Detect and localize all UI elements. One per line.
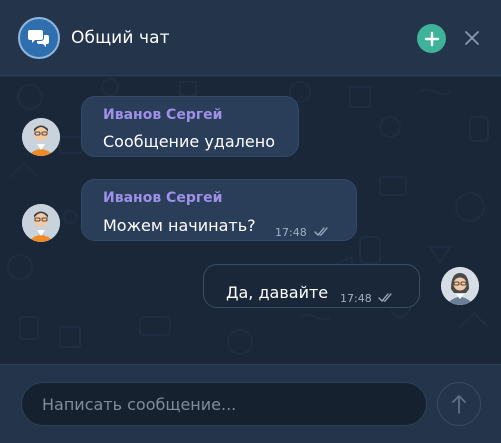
message-bubble[interactable]: Иванов Сергей Можем начинать? 17:48 bbox=[81, 179, 357, 241]
message-text: Сообщение удалено bbox=[103, 132, 275, 151]
own-avatar[interactable] bbox=[441, 267, 479, 305]
read-receipt-icon bbox=[314, 227, 328, 236]
plus-icon bbox=[424, 31, 439, 46]
chat-bubbles-icon bbox=[18, 17, 60, 59]
chat-title: Общий чат bbox=[71, 28, 170, 48]
close-icon bbox=[465, 31, 479, 45]
chat-header: Общий чат bbox=[0, 0, 501, 76]
send-button[interactable] bbox=[437, 382, 481, 426]
message-time: 17:48 bbox=[275, 226, 307, 239]
message-time: 17:48 bbox=[340, 292, 372, 305]
message-sender: Иванов Сергей bbox=[103, 107, 223, 123]
arrow-up-icon bbox=[452, 395, 466, 414]
message-bubble[interactable]: Иванов Сергей Сообщение удалено bbox=[81, 96, 299, 157]
message-text: Можем начинать? bbox=[103, 216, 256, 235]
composer bbox=[0, 364, 501, 443]
message-list[interactable]: Иванов Сергей Сообщение удалено Иванов С… bbox=[0, 77, 501, 364]
read-receipt-icon bbox=[378, 293, 392, 302]
sender-avatar[interactable] bbox=[22, 204, 60, 242]
message-input[interactable] bbox=[21, 382, 427, 426]
sender-avatar[interactable] bbox=[22, 118, 60, 156]
add-button[interactable] bbox=[417, 24, 446, 53]
close-button[interactable] bbox=[461, 27, 483, 49]
message-bubble-outgoing[interactable]: Да, давайте 17:48 bbox=[203, 264, 420, 308]
message-sender: Иванов Сергей bbox=[103, 190, 223, 206]
message-text: Да, давайте bbox=[226, 283, 329, 302]
chat-window: Общий чат Иванов Сергей Сообщение удален… bbox=[0, 0, 501, 443]
